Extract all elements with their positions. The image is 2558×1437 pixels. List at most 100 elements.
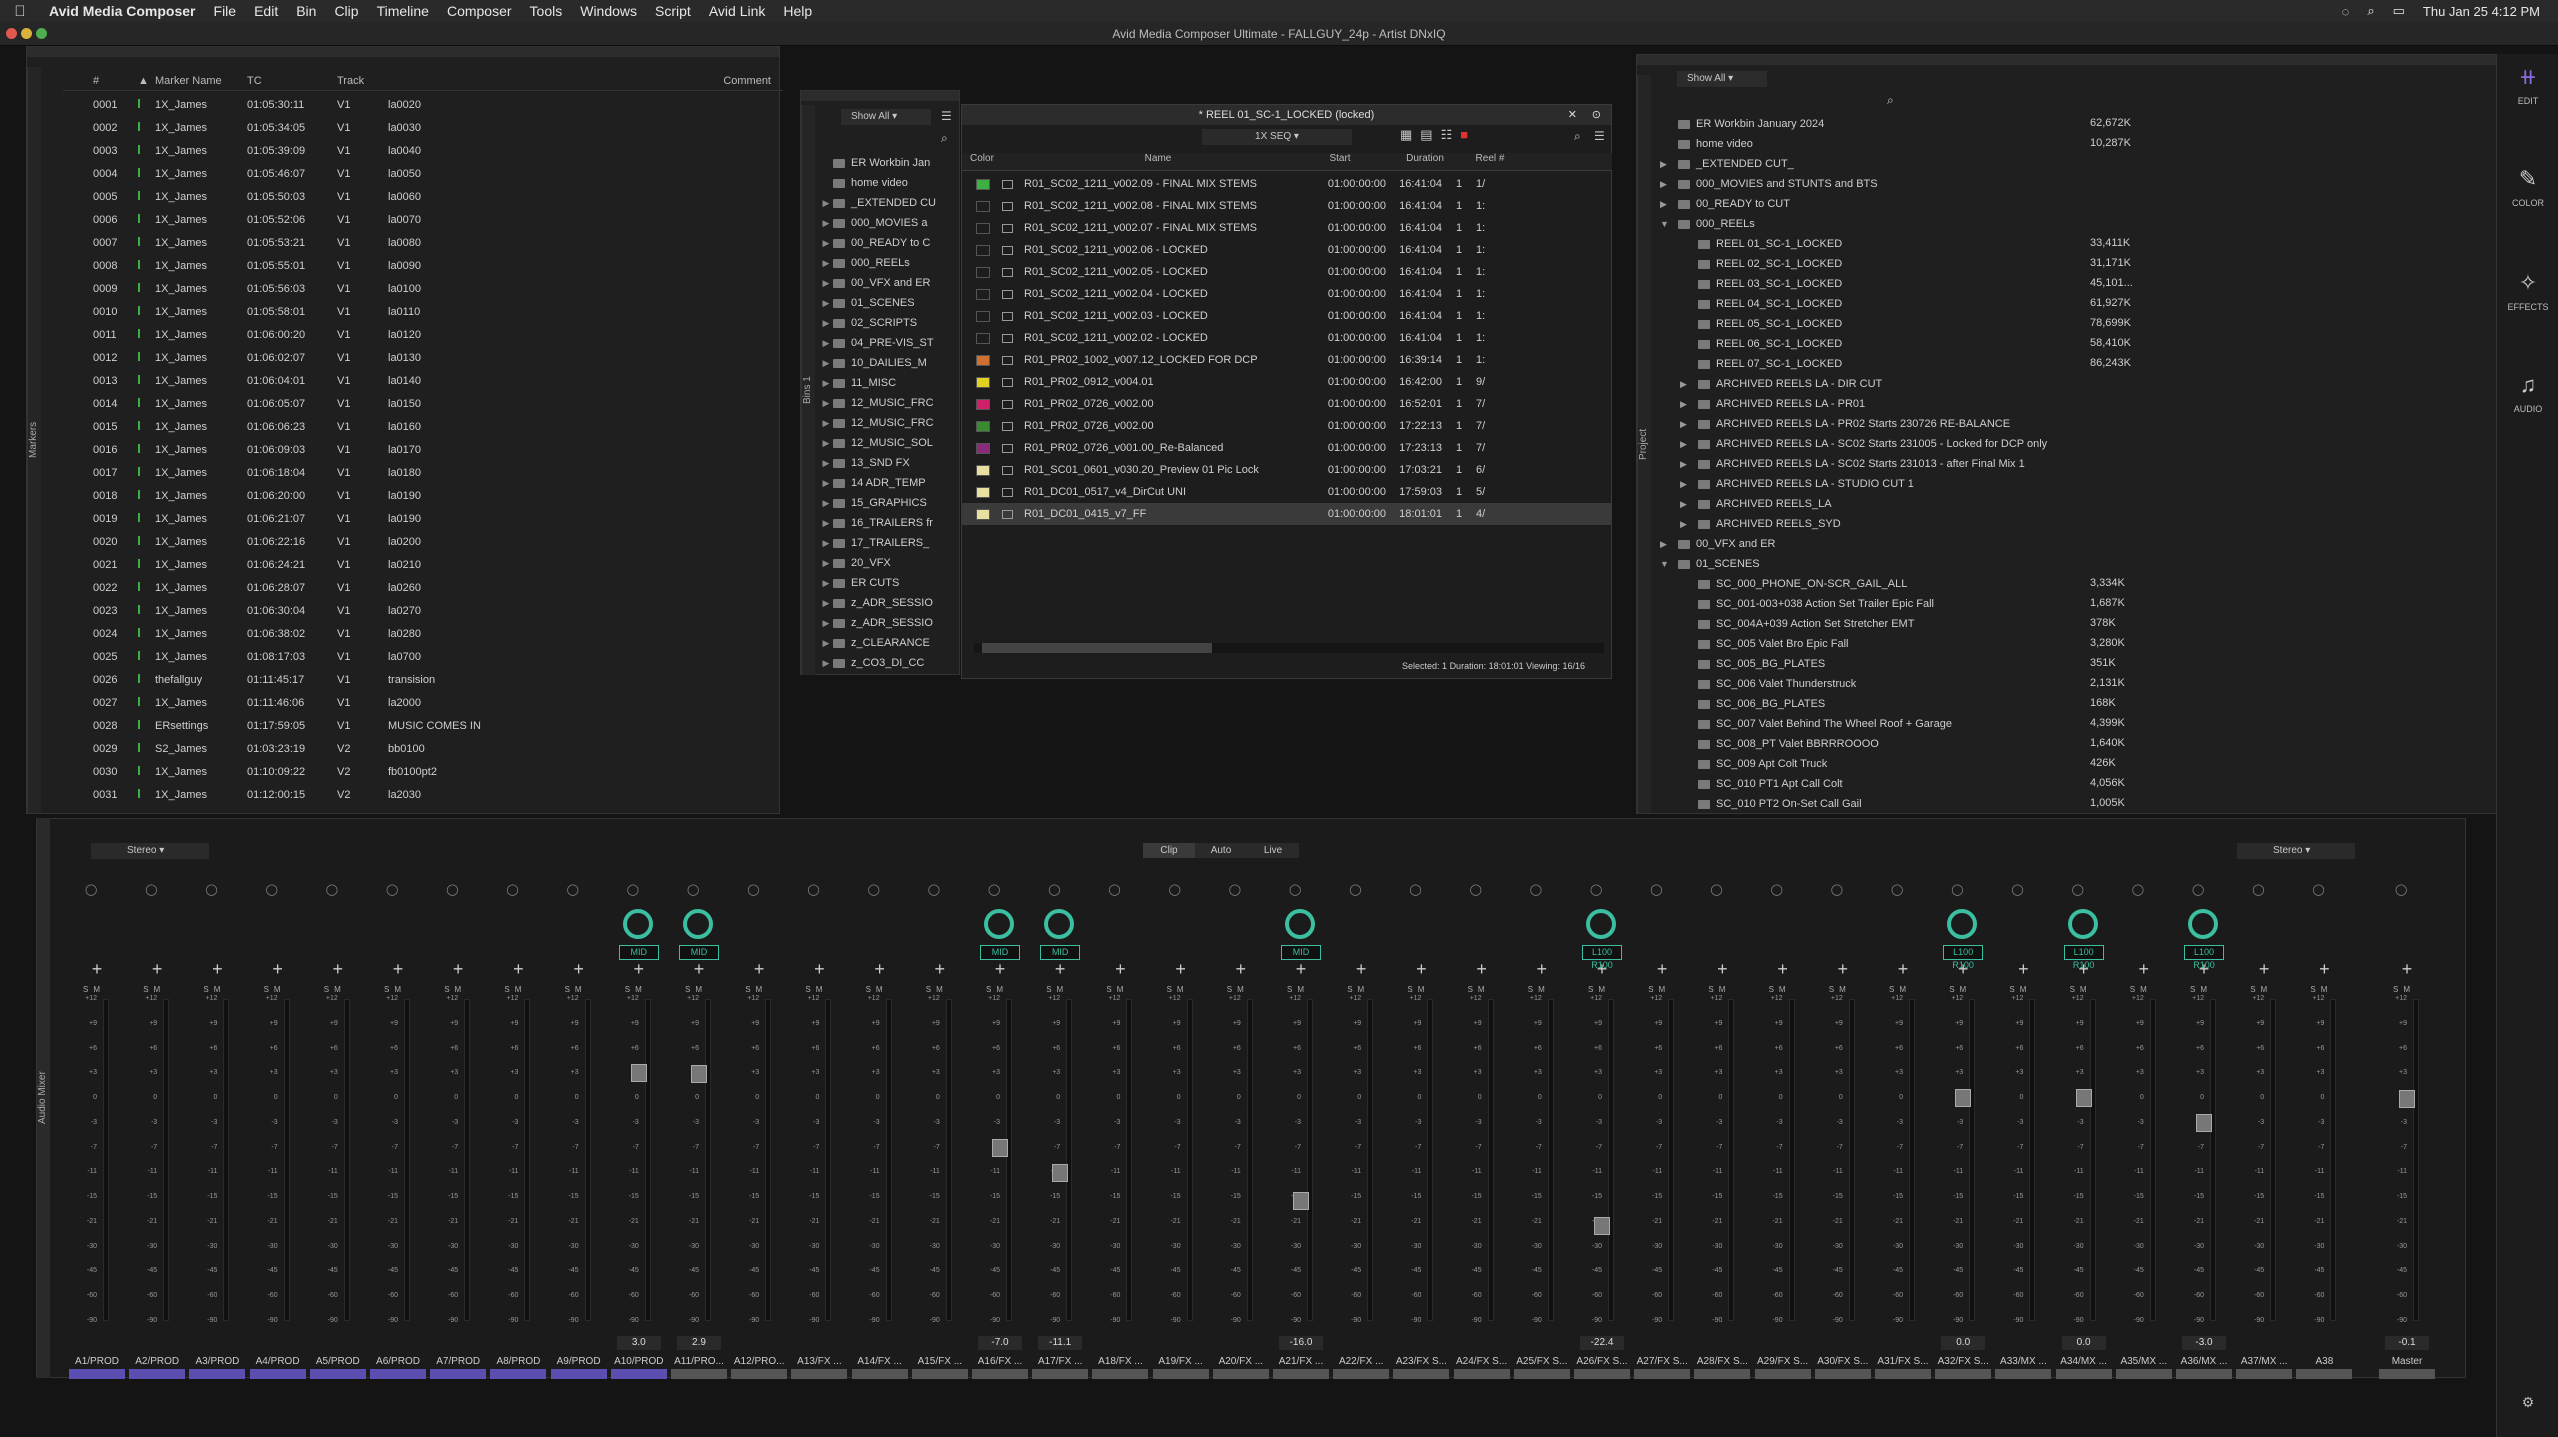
solo-mute-buttons[interactable]: SM bbox=[2393, 985, 2415, 994]
project-item[interactable]: ▶ 00_READY to CUT bbox=[1660, 194, 1790, 214]
wifi-icon[interactable]: ◌ bbox=[2342, 4, 2350, 19]
pan-knob[interactable] bbox=[2188, 909, 2218, 939]
marker-row[interactable]: 0026 thefallguy 01:11:45:17 V1 transision bbox=[63, 668, 783, 691]
expand-icon[interactable]: ▼ bbox=[1660, 219, 1674, 229]
col-color[interactable]: ▲ bbox=[111, 75, 151, 90]
add-effect-icon[interactable]: + bbox=[488, 959, 548, 980]
marker-row[interactable]: 0008 1X_James 01:05:55:01 V1 la0090 bbox=[63, 254, 783, 277]
reel-hscroll-thumb[interactable] bbox=[982, 643, 1212, 653]
add-effect-icon[interactable]: + bbox=[609, 959, 669, 980]
volume-fader[interactable] bbox=[630, 1064, 647, 1083]
bin-item[interactable]: ▶ 20_VFX bbox=[819, 553, 959, 573]
add-effect-icon[interactable]: + bbox=[729, 959, 789, 980]
marker-row[interactable]: 0020 1X_James 01:06:22:16 V1 la0200 bbox=[63, 530, 783, 553]
menu-composer[interactable]: Composer bbox=[438, 3, 521, 19]
control-center-icon[interactable]: ▭ bbox=[2393, 3, 2405, 19]
bins-show-dropdown[interactable]: Show All ▾ bbox=[841, 109, 931, 125]
add-effect-icon[interactable]: + bbox=[1331, 959, 1391, 980]
solo-mute-buttons[interactable]: SM bbox=[2190, 985, 2212, 994]
pan-knob[interactable] bbox=[2067, 909, 2098, 939]
col-tc[interactable]: TC bbox=[243, 75, 323, 90]
marker-row[interactable]: 0010 1X_James 01:05:58:01 V1 la0110 bbox=[63, 300, 783, 323]
input-icon[interactable]: ◯ bbox=[1048, 883, 1060, 896]
expand-icon[interactable]: ▶ bbox=[1680, 439, 1694, 450]
bin-item[interactable]: ▶ z_CLEARANCE bbox=[819, 633, 959, 653]
add-effect-icon[interactable]: + bbox=[368, 959, 428, 980]
bin-item[interactable]: ▶ _EXTENDED CU bbox=[819, 193, 959, 213]
volume-value[interactable]: 3.0 bbox=[616, 1336, 661, 1350]
add-effect-icon[interactable]: + bbox=[2294, 959, 2354, 980]
solo-mute-buttons[interactable]: SM bbox=[685, 985, 707, 994]
clock[interactable]: Thu Jan 25 4:12 PM bbox=[2423, 4, 2540, 19]
menu-windows[interactable]: Windows bbox=[571, 3, 646, 19]
project-item[interactable]: ▶ ARCHIVED REELS LA - SC02 Starts 231013 … bbox=[1680, 454, 2025, 474]
add-effect-icon[interactable]: + bbox=[1692, 959, 1752, 980]
solo-mute-buttons[interactable]: SM bbox=[1769, 985, 1791, 994]
solo-mute-buttons[interactable]: SM bbox=[83, 985, 105, 994]
expand-icon[interactable]: ▶ bbox=[819, 618, 833, 629]
solo-mute-buttons[interactable]: SM bbox=[625, 985, 647, 994]
expand-icon[interactable]: ▶ bbox=[819, 358, 833, 369]
settings-icon[interactable]: ⚙ bbox=[2497, 1394, 2558, 1411]
volume-fader[interactable] bbox=[2399, 1089, 2415, 1108]
solo-mute-buttons[interactable]: SM bbox=[565, 985, 587, 994]
input-icon[interactable]: ◯ bbox=[1470, 883, 1482, 896]
project-item[interactable]: SC_005 Valet Bro Epic Fall bbox=[1680, 634, 1848, 654]
solo-mute-buttons[interactable]: SM bbox=[203, 985, 225, 994]
project-item[interactable]: ▶ ARCHIVED REELS_SYD bbox=[1680, 514, 1841, 534]
input-icon[interactable]: ◯ bbox=[2192, 883, 2204, 896]
marker-row[interactable]: 0007 1X_James 01:05:53:21 V1 la0080 bbox=[63, 231, 783, 254]
project-item[interactable]: ▼ 01_SCENES bbox=[1660, 554, 1760, 574]
menu-help[interactable]: Help bbox=[774, 3, 821, 19]
pan-value[interactable]: MID bbox=[679, 945, 719, 960]
pan-knob[interactable] bbox=[1947, 909, 1978, 939]
input-icon[interactable]: ◯ bbox=[1831, 883, 1843, 896]
expand-icon[interactable]: ▶ bbox=[819, 238, 833, 249]
volume-fader[interactable] bbox=[1293, 1192, 1309, 1211]
project-item[interactable]: ▶ ARCHIVED REELS LA - PR02 Starts 230726 … bbox=[1680, 414, 2010, 434]
solo-mute-buttons[interactable]: SM bbox=[264, 985, 286, 994]
solo-mute-buttons[interactable]: SM bbox=[1588, 985, 1610, 994]
project-show-dropdown[interactable]: Show All ▾ bbox=[1677, 71, 1767, 87]
project-item[interactable]: home video bbox=[1660, 134, 1753, 154]
pan-value[interactable]: L100 R100 bbox=[2063, 945, 2104, 970]
project-item[interactable]: ▶ ARCHIVED REELS LA - PR01 bbox=[1680, 394, 1865, 414]
project-item[interactable]: SC_000_PHONE_ON-SCR_GAIL_ALL bbox=[1680, 574, 1907, 594]
audio-mixer-tab[interactable]: Audio Mixer bbox=[36, 818, 50, 1378]
expand-icon[interactable]: ▶ bbox=[819, 278, 833, 289]
input-icon[interactable]: ◯ bbox=[988, 883, 1000, 896]
col-start[interactable]: Start bbox=[1290, 153, 1390, 170]
expand-icon[interactable]: ▶ bbox=[819, 498, 833, 509]
project-item[interactable]: ▶ ARCHIVED REELS LA - STUDIO CUT 1 bbox=[1680, 474, 1914, 494]
solo-mute-buttons[interactable]: SM bbox=[1528, 985, 1550, 994]
volume-fader[interactable] bbox=[691, 1065, 707, 1084]
marker-row[interactable]: 0019 1X_James 01:06:21:07 V1 la0190 bbox=[63, 507, 783, 530]
volume-fader[interactable] bbox=[2196, 1113, 2212, 1132]
add-effect-icon[interactable]: + bbox=[2377, 959, 2437, 980]
marker-row[interactable]: 0030 1X_James 01:10:09:22 V2 fb0100pt2 bbox=[63, 760, 783, 783]
add-effect-icon[interactable]: + bbox=[1090, 959, 1150, 980]
add-effect-icon[interactable]: + bbox=[1452, 959, 1512, 980]
project-item[interactable]: SC_010 PT1 Apt Call Colt bbox=[1680, 774, 1843, 794]
reel-view-dropdown[interactable]: 1X SEQ ▾ bbox=[1202, 129, 1352, 145]
project-item[interactable]: SC_004A+039 Action Set Stretcher EMT bbox=[1680, 614, 1914, 634]
bin-item[interactable]: ▶ 000_REELs bbox=[819, 253, 959, 273]
input-icon[interactable]: ◯ bbox=[1771, 883, 1783, 896]
expand-icon[interactable]: ▶ bbox=[819, 458, 833, 469]
marker-row[interactable]: 0012 1X_James 01:06:02:07 V1 la0130 bbox=[63, 346, 783, 369]
marker-row[interactable]: 0029 S2_James 01:03:23:19 V2 bb0100 bbox=[63, 737, 783, 760]
pan-knob[interactable] bbox=[984, 909, 1014, 939]
marker-row[interactable]: 0031 1X_James 01:12:00:15 V2 la2030 bbox=[63, 783, 783, 806]
expand-icon[interactable]: ▶ bbox=[1680, 459, 1694, 470]
project-item[interactable]: ▶ ARCHIVED REELS LA - DIR CUT bbox=[1680, 374, 1882, 394]
add-effect-icon[interactable]: + bbox=[549, 959, 609, 980]
pan-value[interactable]: L100 R100 bbox=[2184, 945, 2224, 970]
expand-icon[interactable]: ▶ bbox=[819, 558, 833, 569]
input-icon[interactable]: ◯ bbox=[1650, 883, 1662, 896]
add-effect-icon[interactable]: + bbox=[1873, 959, 1933, 980]
input-icon[interactable]: ◯ bbox=[2132, 883, 2144, 896]
pan-knob[interactable] bbox=[1285, 909, 1315, 939]
expand-icon[interactable]: ▶ bbox=[819, 378, 833, 389]
pan-knob[interactable] bbox=[1586, 909, 1616, 939]
project-item[interactable]: SC_006 Valet Thunderstruck bbox=[1680, 674, 1856, 694]
